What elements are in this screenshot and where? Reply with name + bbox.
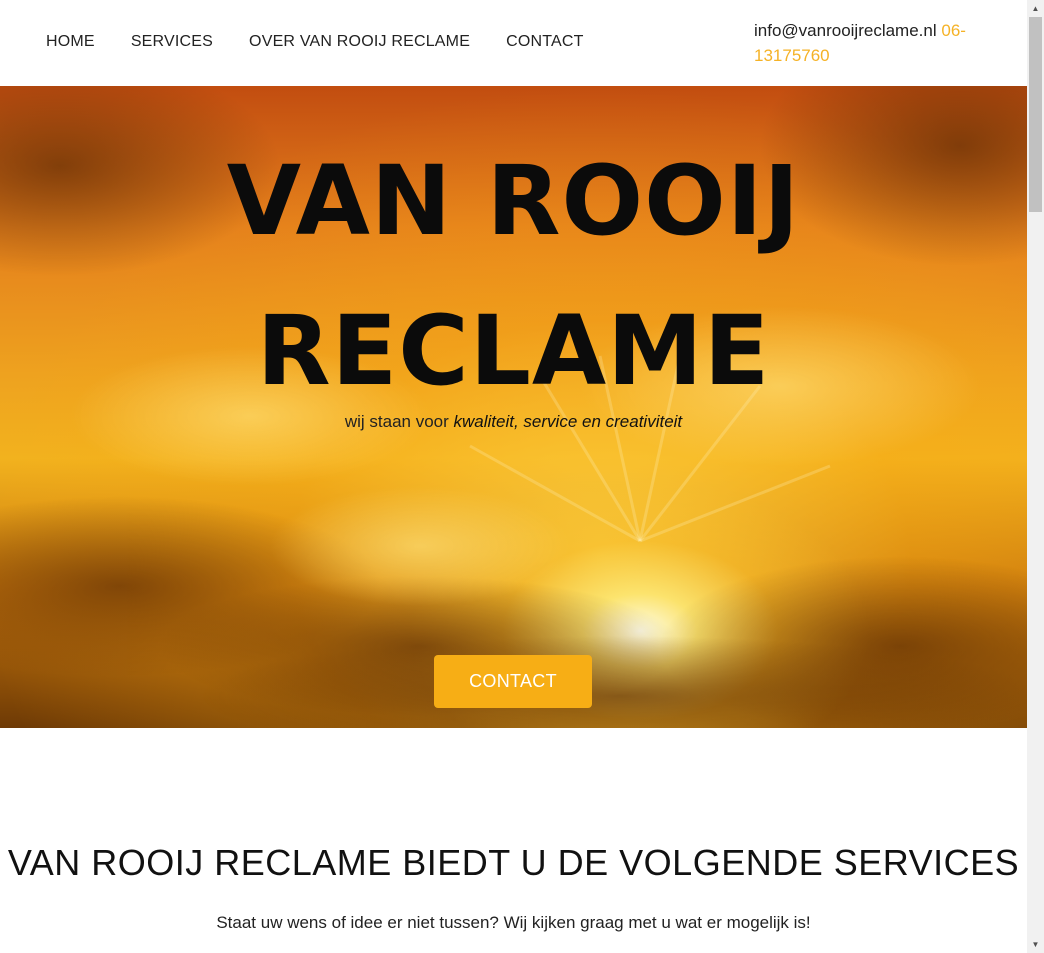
hero-subtitle-prefix: wij staan voor (344, 412, 454, 431)
site-header: HOME SERVICES OVER VAN ROOIJ RECLAME CON… (0, 0, 1027, 86)
hero-title-line-2: RECLAME (256, 295, 771, 407)
hero-title: VAN ROOIJ RECLAME (0, 126, 1027, 426)
main-nav: HOME SERVICES OVER VAN ROOIJ RECLAME CON… (46, 33, 584, 51)
contact-email[interactable]: info@vanrooijreclame.nl (754, 21, 937, 40)
scroll-up-icon[interactable]: ▲ (1027, 0, 1044, 17)
scroll-down-icon[interactable]: ▼ (1027, 936, 1044, 953)
services-subtitle: Staat uw wens of idee er niet tussen? Wi… (216, 913, 811, 932)
vertical-scrollbar[interactable]: ▲ ▼ (1027, 0, 1044, 953)
header-contact-info: info@vanrooijreclame.nl 06-13175760 (754, 18, 1004, 68)
services-heading: VAN ROOIJ RECLAME BIEDT U DE VOLGENDE SE… (7, 842, 1020, 883)
hero-title-line-1: VAN ROOIJ (226, 145, 801, 257)
page: HOME SERVICES OVER VAN ROOIJ RECLAME CON… (0, 0, 1027, 953)
nav-over-van-rooij-reclame[interactable]: OVER VAN ROOIJ RECLAME (249, 33, 470, 51)
nav-contact[interactable]: CONTACT (506, 33, 584, 51)
hero-contact-button[interactable]: CONTACT (434, 655, 592, 708)
scrollbar-thumb[interactable] (1029, 17, 1042, 212)
hero-section: VAN ROOIJ RECLAME wij staan voor kwalite… (0, 86, 1027, 728)
nav-home[interactable]: HOME (46, 33, 95, 51)
hero-subtitle-emphasis: kwaliteit, service en creativiteit (453, 412, 683, 431)
nav-services[interactable]: SERVICES (131, 33, 213, 51)
hero-subtitle: wij staan voor kwaliteit, service en cre… (0, 412, 1027, 432)
